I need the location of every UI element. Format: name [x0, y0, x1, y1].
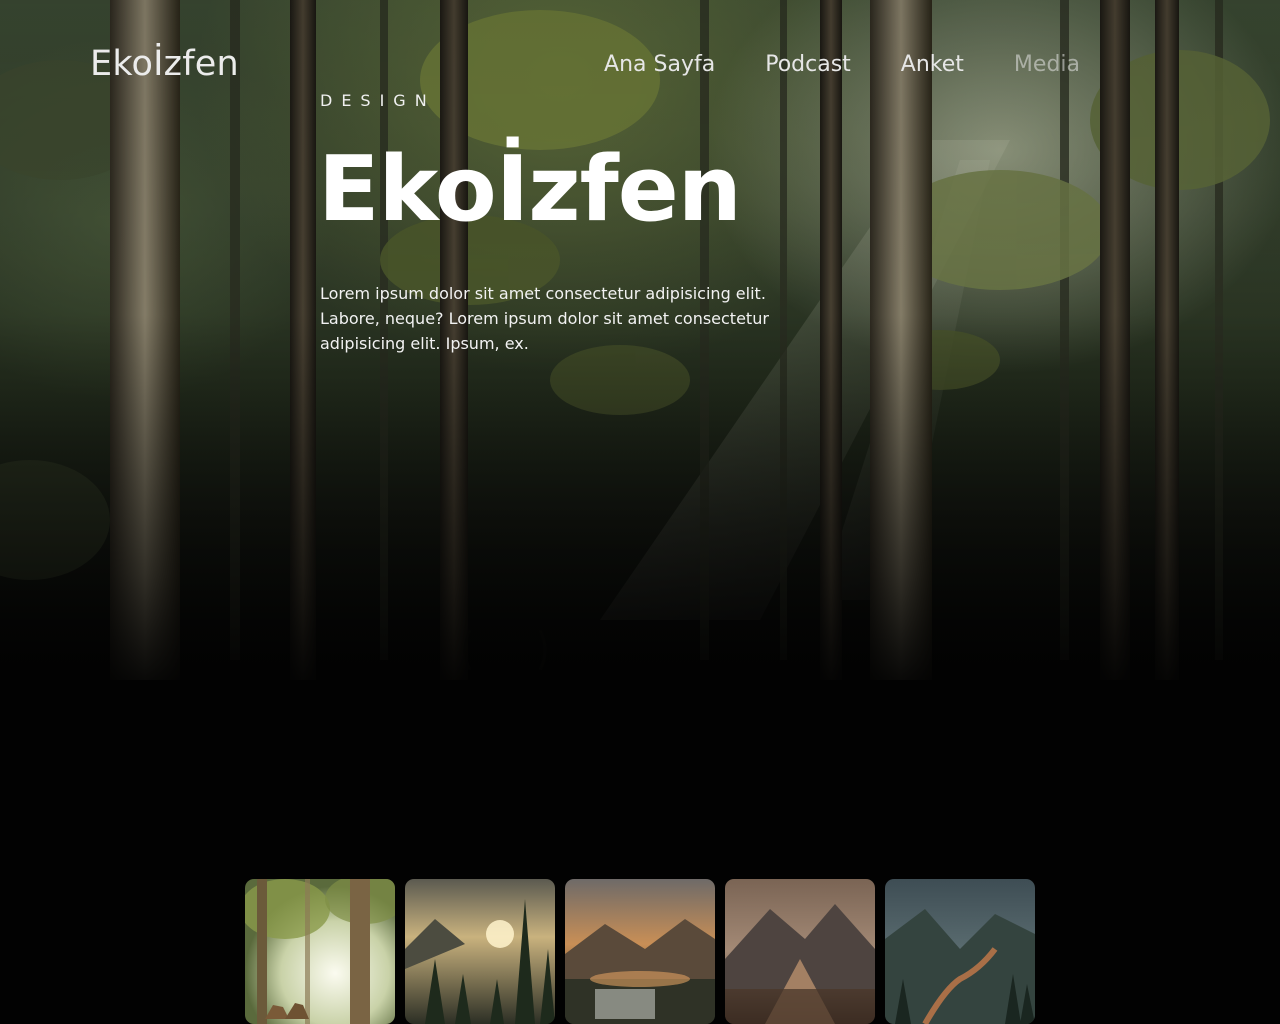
nav-link-media[interactable]: Media: [1014, 52, 1080, 77]
mountain-waterfall-image: [565, 879, 715, 1024]
gallery-card-5[interactable]: [885, 879, 1035, 1024]
hero-title: Ekoİzfen: [318, 137, 742, 242]
mountain-valley-image: [725, 879, 875, 1024]
nav-link-podcast[interactable]: Podcast: [765, 52, 851, 77]
hero-eyebrow: DESIGN: [320, 91, 436, 110]
forest-deer-image: [245, 879, 395, 1024]
main-nav: Ana Sayfa Podcast Anket Media: [604, 52, 1080, 77]
gallery-card-3[interactable]: [565, 879, 715, 1024]
brand-logo[interactable]: Ekoİzfen: [90, 44, 239, 84]
river-valley-image: [885, 879, 1035, 1024]
image-gallery: [245, 879, 1035, 1024]
hero-description: Lorem ipsum dolor sit amet consectetur a…: [320, 284, 769, 353]
nav-link-ana-sayfa[interactable]: Ana Sayfa: [604, 52, 715, 77]
nav-link-anket[interactable]: Anket: [901, 52, 964, 77]
gallery-card-4[interactable]: [725, 879, 875, 1024]
misty-pine-sunset-image: [405, 879, 555, 1024]
gallery-card-1[interactable]: [245, 879, 395, 1024]
gallery-card-2[interactable]: [405, 879, 555, 1024]
